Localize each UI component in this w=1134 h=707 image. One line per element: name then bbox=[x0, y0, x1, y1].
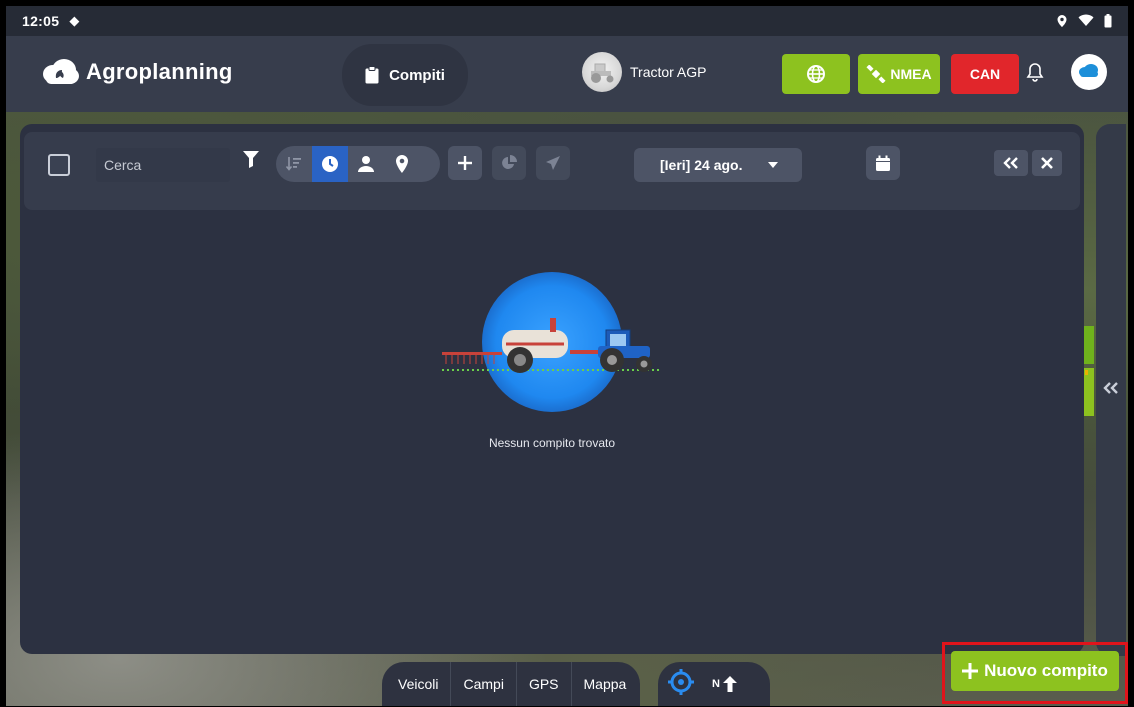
date-label: [Ieri] 24 ago. bbox=[660, 157, 743, 173]
empty-state-message: Nessun compito trovato bbox=[488, 436, 616, 450]
agroplanning-logo-icon bbox=[43, 59, 79, 84]
tractor-avatar bbox=[582, 52, 622, 92]
send-button[interactable] bbox=[536, 146, 570, 180]
nav-mappa[interactable]: Mappa bbox=[572, 662, 641, 706]
app-header: Agroplanning Compiti Tractor AGP NMEA CA… bbox=[6, 36, 1128, 112]
pie-chart-icon bbox=[502, 155, 517, 169]
clock-icon bbox=[322, 156, 338, 172]
close-icon bbox=[1041, 157, 1053, 169]
user-icon bbox=[358, 156, 374, 172]
sort-group bbox=[276, 146, 440, 182]
select-all-checkbox[interactable] bbox=[48, 154, 70, 176]
sort-by-user[interactable] bbox=[348, 146, 384, 182]
collapse-panel-button[interactable] bbox=[994, 150, 1028, 176]
internet-button[interactable] bbox=[782, 54, 850, 94]
nmea-button[interactable]: NMEA bbox=[858, 54, 940, 94]
bell-icon bbox=[1026, 63, 1044, 82]
double-chevron-left-icon bbox=[1003, 157, 1018, 169]
profile-avatar[interactable] bbox=[1071, 54, 1107, 90]
status-time: 12:05 bbox=[22, 13, 60, 29]
tractor-icon bbox=[591, 63, 614, 83]
app-logo: Agroplanning bbox=[40, 58, 233, 86]
brand-name: Agroplanning bbox=[86, 59, 233, 84]
add-task-button[interactable] bbox=[448, 146, 482, 180]
vehicle-name: Tractor AGP bbox=[630, 64, 707, 80]
satellite-icon bbox=[866, 65, 886, 83]
empty-state-illustration bbox=[442, 272, 660, 412]
statistics-button[interactable] bbox=[492, 146, 526, 180]
device-screen: 12:05 ◆ Agroplanning Compiti Tractor AGP… bbox=[6, 6, 1128, 706]
agroplanning-avatar-icon bbox=[1076, 59, 1102, 85]
double-chevron-left-icon bbox=[1103, 382, 1118, 394]
plus-icon bbox=[962, 663, 979, 679]
tab-compiti-label: Compiti bbox=[389, 66, 445, 84]
status-icons bbox=[1056, 14, 1112, 28]
nav-campi[interactable]: Campi bbox=[451, 662, 517, 706]
calendar-icon bbox=[876, 155, 890, 171]
location-icon bbox=[1057, 15, 1067, 27]
can-button[interactable]: CAN bbox=[951, 54, 1019, 94]
can-label: CAN bbox=[969, 66, 1001, 82]
side-panel-toggle[interactable] bbox=[1096, 124, 1126, 656]
bottom-nav: Veicoli Campi GPS Mappa bbox=[382, 662, 641, 706]
sort-by-time[interactable] bbox=[312, 146, 348, 182]
date-selector[interactable]: [Ieri] 24 ago. bbox=[634, 148, 802, 182]
chevron-down-icon bbox=[768, 162, 778, 168]
sort-by-location[interactable] bbox=[384, 146, 420, 182]
sort-order-toggle[interactable] bbox=[276, 146, 312, 182]
new-task-button[interactable]: Nuovo compito bbox=[951, 651, 1119, 691]
clipboard-icon bbox=[365, 66, 379, 84]
tab-compiti[interactable]: Compiti bbox=[342, 44, 468, 106]
nav-gps[interactable]: GPS bbox=[517, 662, 572, 706]
new-task-highlight: Nuovo compito bbox=[942, 642, 1128, 704]
center-location-button[interactable] bbox=[668, 668, 694, 700]
vehicle-selector[interactable]: Tractor AGP bbox=[582, 52, 707, 92]
plus-icon bbox=[458, 156, 472, 170]
search-input[interactable] bbox=[96, 148, 230, 182]
sort-descending-icon bbox=[286, 157, 301, 171]
status-bar: 12:05 ◆ bbox=[6, 6, 1128, 36]
notifications-button[interactable] bbox=[1026, 62, 1044, 87]
paper-plane-icon bbox=[546, 156, 560, 170]
globe-icon bbox=[807, 65, 825, 83]
map-tools: N bbox=[658, 662, 770, 706]
tasks-toolbar: [Ieri] 24 ago. bbox=[24, 132, 1080, 210]
nmea-label: NMEA bbox=[890, 66, 932, 82]
calendar-button[interactable] bbox=[866, 146, 900, 180]
filter-button[interactable] bbox=[242, 150, 260, 173]
new-task-label: Nuovo compito bbox=[984, 661, 1108, 680]
developer-mode-icon: ◆ bbox=[69, 13, 80, 28]
battery-icon bbox=[1104, 14, 1112, 28]
map-level-indicator bbox=[1084, 326, 1094, 416]
crosshair-icon bbox=[668, 668, 694, 695]
close-panel-button[interactable] bbox=[1032, 150, 1062, 176]
filter-icon bbox=[243, 151, 259, 168]
nav-veicoli[interactable]: Veicoli bbox=[382, 662, 452, 706]
map-pin-icon bbox=[396, 155, 408, 173]
wifi-icon bbox=[1078, 14, 1094, 26]
arrow-up-icon bbox=[722, 676, 737, 692]
north-label: N bbox=[712, 678, 720, 690]
north-up-button[interactable]: N bbox=[712, 675, 738, 693]
tasks-panel: [Ieri] 24 ago. bbox=[20, 124, 1084, 654]
